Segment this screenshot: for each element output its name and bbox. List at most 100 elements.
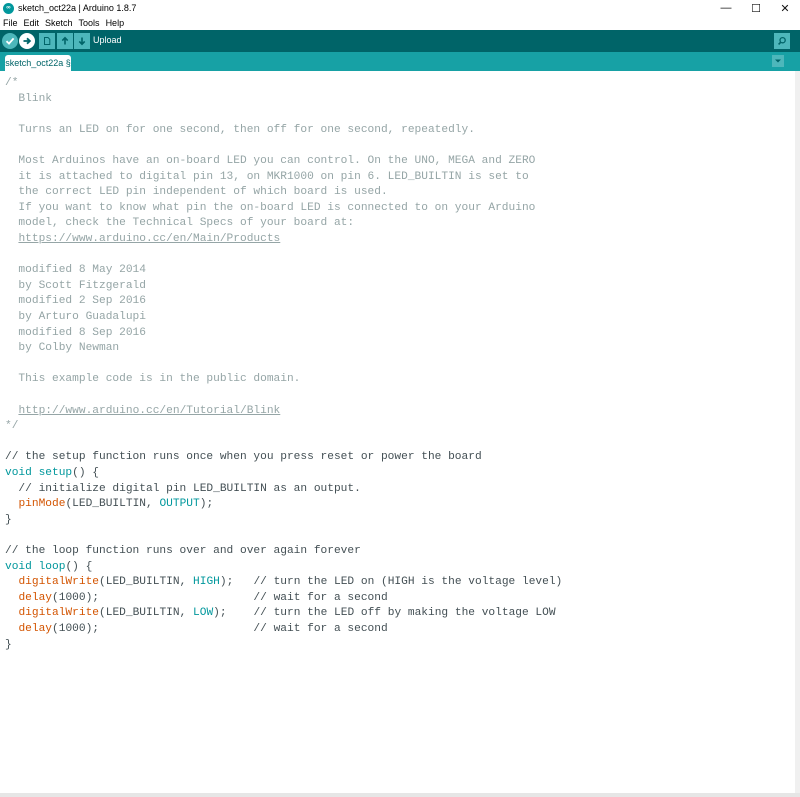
open-button[interactable]	[57, 33, 73, 49]
menu-tools[interactable]: Tools	[76, 18, 103, 28]
save-button[interactable]	[74, 33, 90, 49]
code-line: void setup() {	[5, 466, 99, 481]
code-token: // initialize digital pin LED_BUILTIN as…	[5, 482, 361, 495]
tab-sketch[interactable]: sketch_oct22a §	[5, 55, 71, 71]
arrow-right-icon	[23, 37, 32, 45]
code-token: // the setup function runs once when you…	[5, 451, 482, 464]
arduino-logo-icon: ∞	[3, 2, 14, 14]
menu-help[interactable]: Help	[103, 18, 128, 28]
code-line: modified 8 Sep 2016	[5, 326, 146, 341]
code-line: */	[5, 419, 18, 434]
code-token: model, check the Technical Specs of your…	[5, 217, 355, 230]
menu-sketch[interactable]: Sketch	[42, 18, 76, 28]
tab-menu-button[interactable]	[772, 55, 784, 67]
new-file-icon	[44, 37, 51, 45]
code-token: ); // turn the LED on (HIGH is the volta…	[219, 576, 563, 589]
toolbar: Upload	[0, 30, 800, 52]
code-token: modified 8 Sep 2016	[5, 326, 146, 339]
menu-edit[interactable]: Edit	[21, 18, 43, 28]
code-editor[interactable]: /* Blink Turns an LED on for one second,…	[0, 71, 795, 793]
code-token: setup	[38, 467, 73, 479]
code-token: () {	[72, 467, 100, 479]
code-line: // the loop function runs over and over …	[5, 544, 361, 559]
code-token: the correct LED pin independent of which…	[5, 186, 388, 199]
code-link[interactable]: http://www.arduino.cc/en/Tutorial/Blink	[18, 405, 280, 417]
code-line: void loop() {	[5, 560, 92, 575]
code-token: (LED_BUILTIN,	[99, 607, 194, 620]
vertical-scrollbar[interactable]	[795, 71, 800, 793]
code-line: pinMode(LED_BUILTIN, OUTPUT);	[5, 497, 213, 512]
code-token: (1000); // wait for a second	[52, 591, 388, 604]
code-line: /*	[5, 76, 18, 91]
code-line: This example code is in the public domai…	[5, 372, 300, 387]
code-token: modified 8 May 2014	[5, 264, 146, 277]
new-button[interactable]	[39, 33, 55, 49]
code-line: the correct LED pin independent of which…	[5, 185, 388, 200]
code-line: digitalWrite(LED_BUILTIN, LOW); // turn …	[5, 606, 556, 621]
code-line: }	[5, 513, 12, 528]
minimize-button[interactable]: —	[711, 0, 741, 16]
verify-button[interactable]	[2, 33, 18, 49]
code-token: delay	[18, 591, 53, 604]
code-token: HIGH	[193, 576, 220, 589]
code-line: Most Arduinos have an on-board LED you c…	[5, 154, 535, 169]
code-token: }	[5, 513, 12, 526]
code-token: OUTPUT	[159, 498, 200, 511]
code-token: ); // turn the LED off by making the vol…	[213, 607, 556, 620]
code-line: modified 8 May 2014	[5, 263, 146, 278]
code-token: Turns an LED on for one second, then off…	[5, 123, 475, 136]
code-line: digitalWrite(LED_BUILTIN, HIGH); // turn…	[5, 575, 562, 590]
code-token: // the loop function runs over and over …	[5, 545, 361, 557]
code-token: /*	[5, 77, 19, 89]
code-token: it is attached to digital pin 13, on MKR…	[5, 170, 529, 183]
code-line: by Scott Fitzgerald	[5, 279, 146, 294]
check-icon	[5, 37, 15, 45]
code-token: pinMode	[18, 498, 66, 511]
code-token: by Colby Newman	[5, 342, 120, 355]
code-line: Turns an LED on for one second, then off…	[5, 123, 475, 138]
tab-bar: sketch_oct22a §	[0, 52, 800, 71]
code-line: delay(1000); // wait for a second	[5, 622, 388, 637]
code-token: digitalWrite	[18, 576, 100, 589]
code-token: by Arturo Guadalupi	[5, 311, 146, 323]
code-token: loop	[38, 560, 66, 573]
arrow-down-icon	[78, 37, 86, 46]
code-line: }	[5, 638, 12, 653]
menu-bar: File Edit Sketch Tools Help	[0, 16, 800, 30]
upload-button[interactable]	[19, 33, 35, 49]
code-token: (LED_BUILTIN,	[99, 576, 194, 589]
arrow-up-icon	[61, 36, 69, 45]
serial-monitor-button[interactable]	[774, 33, 790, 49]
code-line: If you want to know what pin the on-boar…	[5, 201, 535, 216]
code-token: void	[5, 560, 32, 573]
code-line: http://www.arduino.cc/en/Tutorial/Blink	[5, 404, 280, 419]
code-link[interactable]: https://www.arduino.cc/en/Main/Products	[18, 233, 280, 245]
code-line: it is attached to digital pin 13, on MKR…	[5, 170, 529, 185]
code-token: by Scott Fitzgerald	[5, 279, 146, 292]
code-token: Most Arduinos have an on-board LED you c…	[5, 155, 536, 167]
code-token: LOW	[193, 607, 214, 620]
code-token: If you want to know what pin the on-boar…	[5, 201, 536, 214]
maximize-button[interactable]: ☐	[741, 0, 771, 16]
menu-file[interactable]: File	[0, 18, 21, 28]
code-line: Blink	[5, 92, 52, 107]
toolbar-hover-label: Upload	[93, 35, 122, 45]
code-token: digitalWrite	[18, 607, 100, 620]
code-line: https://www.arduino.cc/en/Main/Products	[5, 232, 280, 247]
magnifier-icon	[778, 36, 786, 45]
code-token: delay	[18, 623, 53, 635]
code-line: // initialize digital pin LED_BUILTIN as…	[5, 482, 361, 497]
code-line: by Arturo Guadalupi	[5, 310, 146, 325]
code-token: (LED_BUILTIN,	[65, 498, 160, 511]
status-strip	[0, 793, 800, 797]
code-token: This example code is in the public domai…	[5, 373, 301, 386]
code-token: }	[5, 638, 12, 651]
code-line: model, check the Technical Specs of your…	[5, 216, 354, 231]
code-token: (1000); // wait for a second	[52, 623, 388, 635]
close-button[interactable]: ✕	[770, 0, 800, 16]
